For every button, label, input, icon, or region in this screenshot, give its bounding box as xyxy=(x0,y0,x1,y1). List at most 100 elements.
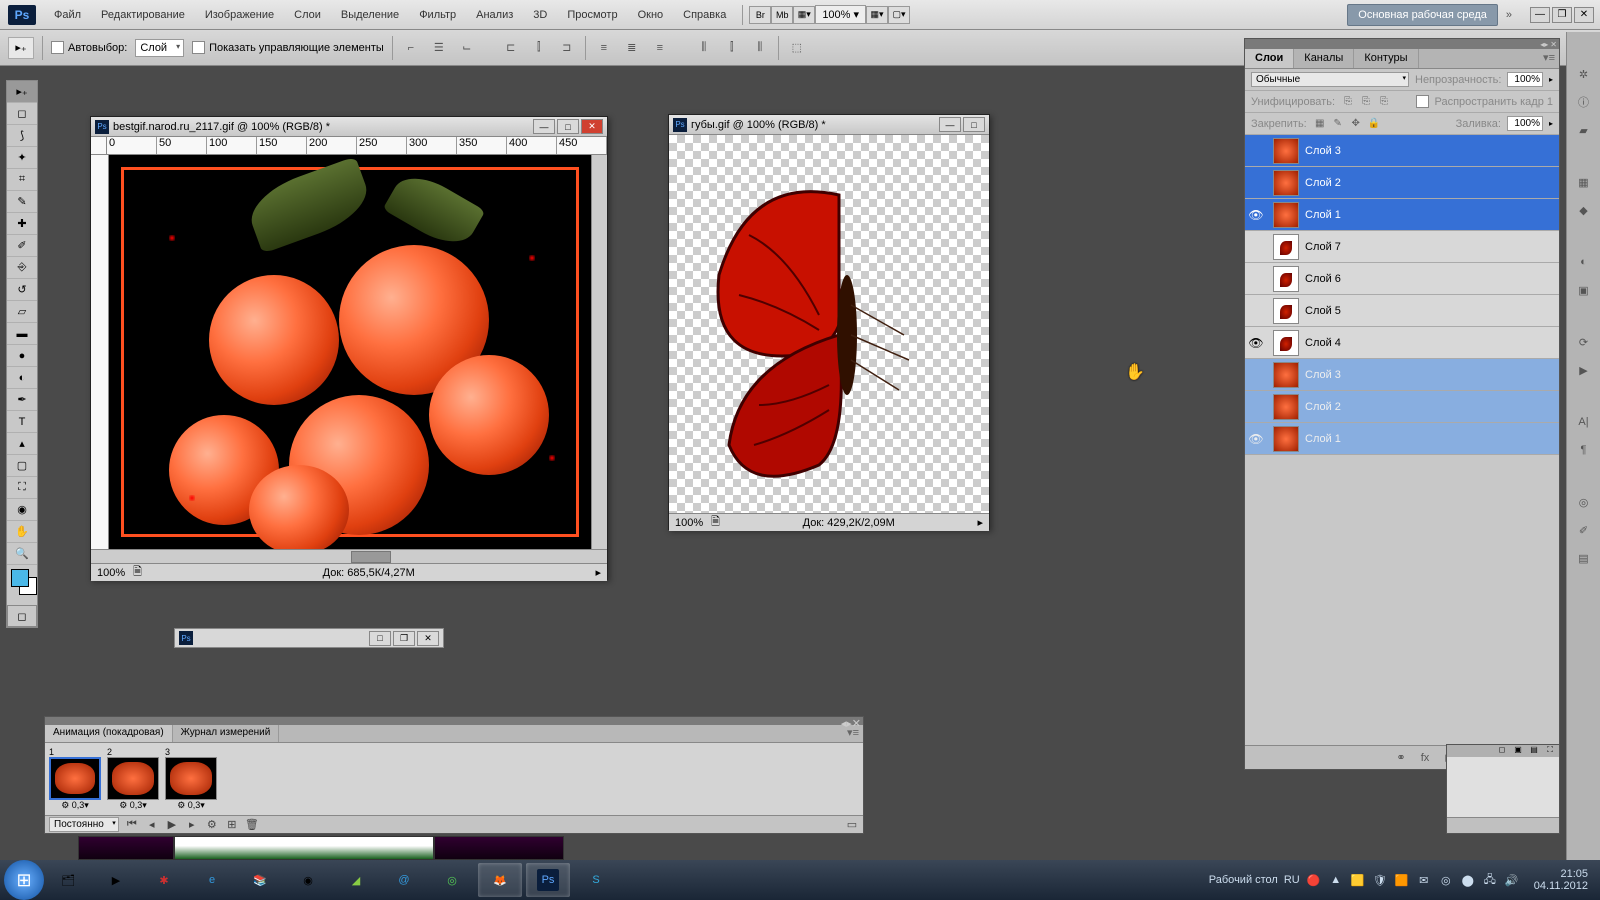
tray-icon[interactable]: ✉ xyxy=(1416,872,1432,888)
menu-view[interactable]: Просмотр xyxy=(557,3,627,27)
link-layers-icon[interactable]: ⚭ xyxy=(1393,751,1409,765)
propagate-checkbox[interactable] xyxy=(1416,95,1429,108)
media-player-taskbar-icon[interactable]: ▶ xyxy=(94,863,138,897)
volume-icon[interactable]: 🔊 xyxy=(1504,872,1520,888)
layer-thumbnail[interactable] xyxy=(1273,138,1299,164)
tab-animation[interactable]: Анимация (покадровая) xyxy=(45,725,173,742)
menu-edit[interactable]: Редактирование xyxy=(91,3,195,27)
doc-minimize[interactable]: — xyxy=(533,119,555,134)
distribute-vmid-icon[interactable]: ≣ xyxy=(622,38,642,58)
tab-channels[interactable]: Каналы xyxy=(1294,49,1354,68)
eyedropper-tool[interactable]: ✎ xyxy=(7,191,37,213)
actions-panel-icon[interactable]: ▶ xyxy=(1572,358,1596,382)
doc-maximize[interactable]: □ xyxy=(963,117,985,132)
zoom-tool[interactable]: 🔍 xyxy=(7,543,37,565)
doc-maximize[interactable]: □ xyxy=(557,119,579,134)
bridge-icon[interactable]: Br xyxy=(749,6,771,24)
tray-icon[interactable]: 🔴 xyxy=(1306,872,1322,888)
character-panel-icon[interactable]: A| xyxy=(1572,410,1596,434)
align-right-icon[interactable]: ⊐ xyxy=(557,38,577,58)
move-tool[interactable]: ▸₊ xyxy=(7,81,37,103)
distribute-bottom-icon[interactable]: ≡ xyxy=(650,38,670,58)
layer-thumbnail[interactable] xyxy=(1273,234,1299,260)
tray-icon[interactable]: 🟧 xyxy=(1394,872,1410,888)
frame-delay[interactable]: ⚙ 0,3▾ xyxy=(165,800,217,811)
tray-icon[interactable]: ◎ xyxy=(1438,872,1454,888)
opacity-input[interactable]: 100% xyxy=(1507,72,1543,87)
doc-maximize[interactable]: ❐ xyxy=(393,631,415,646)
layer-row[interactable]: Слой 3 xyxy=(1245,359,1559,391)
autoselect-target[interactable]: Слой xyxy=(135,39,184,57)
marquee-tool[interactable]: ◻ xyxy=(7,103,37,125)
scrollbar-vertical[interactable] xyxy=(591,155,607,549)
timeline-toggle-icon[interactable]: ▭ xyxy=(845,818,859,832)
tray-icon[interactable]: ⬤ xyxy=(1460,872,1476,888)
thumb-item[interactable] xyxy=(434,836,564,860)
start-button[interactable]: ⊞ xyxy=(4,860,44,900)
quick-mask-tool[interactable]: ◻ xyxy=(7,605,37,627)
screen-mode-icon[interactable]: ▢▾ xyxy=(888,6,910,24)
pen-tool[interactable]: ✒ xyxy=(7,389,37,411)
visibility-toggle[interactable]: 👁 xyxy=(1245,432,1267,446)
chrome-taskbar-icon[interactable]: ◉ xyxy=(286,863,330,897)
layer-thumbnail[interactable] xyxy=(1273,202,1299,228)
eraser-tool[interactable]: ▱ xyxy=(7,301,37,323)
tab-layers[interactable]: Слои xyxy=(1245,49,1294,68)
doc-restore[interactable]: □ xyxy=(369,631,391,646)
layer-row[interactable]: 👁Слой 1 xyxy=(1245,199,1559,231)
doc-window-roses[interactable]: Ps bestgif.narod.ru_2117.gif @ 100% (RGB… xyxy=(90,116,608,580)
layer-row[interactable]: Слой 5 xyxy=(1245,295,1559,327)
canvas-butterfly[interactable] xyxy=(669,135,989,513)
window-restore[interactable]: ❐ xyxy=(1552,7,1572,23)
brush-panel-icon[interactable]: ✲ xyxy=(1572,62,1596,86)
winrar-taskbar-icon[interactable]: 📚 xyxy=(238,863,282,897)
animation-frame[interactable]: 2⚙ 0,3▾ xyxy=(107,747,159,811)
layer-row[interactable]: 👁Слой 1 xyxy=(1245,423,1559,455)
menu-window[interactable]: Окно xyxy=(628,3,674,27)
visibility-toggle[interactable]: 👁 xyxy=(1245,336,1267,350)
styles-panel-icon[interactable]: ◆ xyxy=(1572,198,1596,222)
menu-analysis[interactable]: Анализ xyxy=(466,3,523,27)
nav-panel-icon[interactable]: ◎ xyxy=(1572,490,1596,514)
color-swatches[interactable] xyxy=(7,565,37,601)
loop-select[interactable]: Постоянно xyxy=(49,817,119,832)
brush-tool[interactable]: ✐ xyxy=(7,235,37,257)
doc-titlebar[interactable]: Ps bestgif.narod.ru_2117.gif @ 100% (RGB… xyxy=(91,117,607,137)
app-taskbar-icon-3[interactable]: ◎ xyxy=(430,863,474,897)
layer-fx-icon[interactable]: fx xyxy=(1417,751,1433,765)
frame-thumbnail[interactable] xyxy=(165,757,217,800)
doc-titlebar[interactable]: Ps губы.gif @ 100% (RGB/8) * — □ xyxy=(669,115,989,135)
tab-measurements[interactable]: Журнал измерений xyxy=(173,725,280,742)
frame-thumbnail[interactable] xyxy=(107,757,159,800)
canvas-roses[interactable] xyxy=(109,155,591,549)
masks-panel-icon[interactable]: ▣ xyxy=(1572,278,1596,302)
paragraph-panel-icon[interactable]: ¶ xyxy=(1572,438,1596,462)
color-panel-icon[interactable]: ▰ xyxy=(1572,118,1596,142)
ie-taskbar-icon[interactable]: e xyxy=(190,863,234,897)
skype-taskbar-icon[interactable]: S xyxy=(574,863,618,897)
menu-select[interactable]: Выделение xyxy=(331,3,409,27)
workspace-button[interactable]: Основная рабочая среда xyxy=(1347,4,1498,26)
blur-tool[interactable]: ● xyxy=(7,345,37,367)
panel-drag-bar[interactable]: ◂▸✕ xyxy=(45,717,863,725)
panel-menu-icon[interactable]: ▾≡ xyxy=(1539,49,1559,68)
active-tool-icon[interactable]: ▸₊ xyxy=(8,37,34,59)
view-extras-icon[interactable]: ▦▾ xyxy=(793,6,815,24)
menu-layers[interactable]: Слои xyxy=(284,3,331,27)
align-hmid-icon[interactable]: ⫿ xyxy=(529,38,549,58)
tray-icon[interactable]: 🖧 xyxy=(1482,872,1498,888)
layer-thumbnail[interactable] xyxy=(1273,426,1299,452)
distribute-right-icon[interactable]: ⫼ xyxy=(750,38,770,58)
thumb-item[interactable] xyxy=(78,836,174,860)
window-minimize[interactable]: — xyxy=(1530,7,1550,23)
tray-icon[interactable]: 🟨 xyxy=(1350,872,1366,888)
layer-thumbnail[interactable] xyxy=(1273,362,1299,388)
tool-presets-icon[interactable]: ✐ xyxy=(1572,518,1596,542)
layer-row[interactable]: 👁Слой 4 xyxy=(1245,327,1559,359)
panel-close-icon[interactable]: ✕ xyxy=(1550,40,1557,49)
layer-row[interactable]: Слой 7 xyxy=(1245,231,1559,263)
app-taskbar-icon-2[interactable]: ◢ xyxy=(334,863,378,897)
distribute-top-icon[interactable]: ≡ xyxy=(594,38,614,58)
layer-row[interactable]: Слой 3 xyxy=(1245,135,1559,167)
stamp-tool[interactable]: ⎆ xyxy=(7,257,37,279)
